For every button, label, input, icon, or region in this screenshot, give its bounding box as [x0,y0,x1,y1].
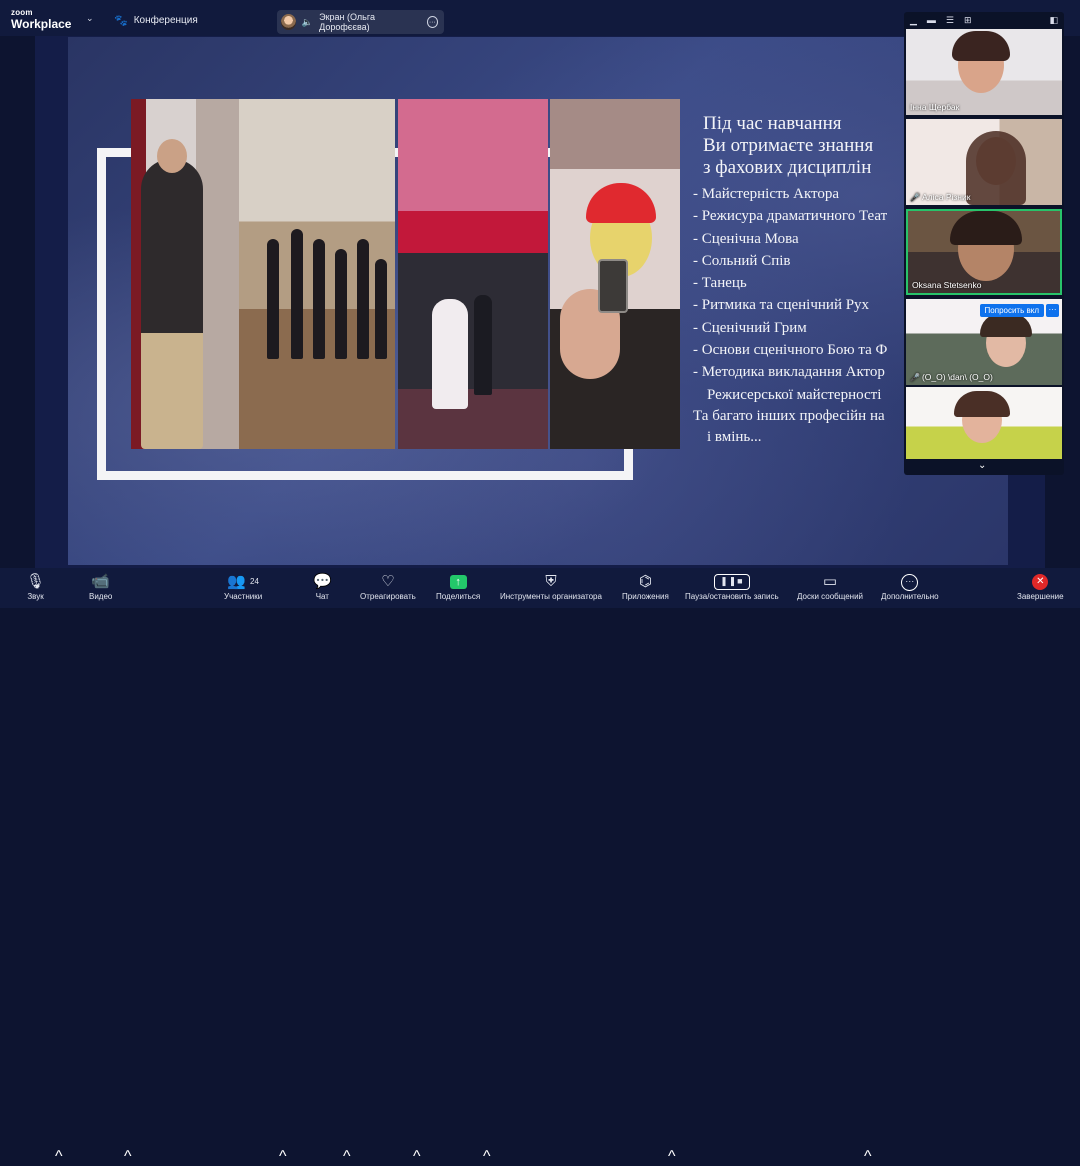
heart-icon: ♡ [381,573,395,590]
audio-button[interactable]: 🎙 Звук [26,572,45,601]
photo-stage-performance [398,99,548,449]
chevron-down-icon[interactable]: ⌄ [978,460,986,471]
share-indicator-label: Экран (Ольга Дорофєєва) [319,12,375,32]
meeting-title: Конференция [133,15,198,26]
photo-stage-makeup [550,99,680,449]
share-button[interactable]: ↑ Поделиться [436,572,480,601]
more-button[interactable]: ··· Дополнительно [881,572,939,601]
react-button[interactable]: ♡ Отреагировать [360,572,416,601]
video-options-chevron[interactable]: ^ [124,1148,132,1166]
tile-more-button[interactable]: ··· [1046,304,1059,317]
share-options-chevron[interactable]: ^ [483,1148,491,1166]
photo-rehearsal [131,99,239,449]
more-label: Дополнительно [881,592,939,601]
participants-label: Участники [224,592,263,601]
participant-tile-active-speaker[interactable]: Oksana Stetsenko [906,209,1062,295]
ask-to-unmute-button[interactable]: Попросить вкл [979,304,1044,317]
meeting-info[interactable]: 🐾 Конференция [114,14,198,27]
presentation-slide: Під час навчання Ви отримаєте знання з ф… [68,37,1008,565]
participant-name: Інна Щербак [910,102,960,112]
chevron-down-icon[interactable]: ⌄ [86,13,94,24]
whiteboards-label: Доски сообщений [797,592,864,601]
participant-name-text: Аліса Різник [921,192,971,202]
apps-icon: ⌬ [638,573,652,590]
speaker-icon: 🔈 [301,16,314,27]
video-label: Видео [89,592,113,601]
share-indicator[interactable]: 🔈 Экран (Ольга Дорофєєва) ··· [277,10,444,34]
microphone-icon: 🎙 [26,573,46,590]
speaker-view-icon[interactable]: ☰ [946,15,954,26]
participant-name: 🎤 Аліса Різник [910,192,970,202]
photo-dance-class [239,99,395,449]
participants-count: 24 [250,577,259,586]
chat-options-chevron[interactable]: ^ [343,1148,351,1166]
more-icon: ··· [901,573,919,591]
camera-icon: 📹 [91,573,111,590]
apps-options-chevron[interactable]: ^ [668,1148,676,1166]
apps-label: Приложения [622,592,669,601]
shield-icon: ⛨ [545,573,557,590]
participant-tile[interactable]: Інна Щербак [906,29,1062,115]
end-meeting-button[interactable]: ✕ Завершение [1017,572,1064,601]
pause-stop-share-button[interactable]: ❚❚■ Пауза/остановить запись [685,572,779,601]
chat-icon: 💬 [313,573,332,590]
mic-muted-icon: 🎤 [910,373,920,382]
whiteboards-options-chevron[interactable]: ^ [864,1148,872,1166]
zoom-logo: zoom Workplace [11,8,72,31]
more-options-icon[interactable]: ··· [426,16,438,28]
paw-icon: 🐾 [114,15,128,27]
apps-button[interactable]: ⌬ Приложения [622,572,669,601]
share-screen-icon: ↑ [449,575,467,589]
participants-button[interactable]: 👥 24 Участники [224,572,262,601]
share-label: Поделиться [436,592,481,601]
participant-name-text: (O_O) \dan\ (O_O) [921,372,993,382]
chat-button[interactable]: 💬 Чат [313,572,332,601]
participant-tile[interactable]: 🎤 Аліса Різник [906,119,1062,205]
participant-tile[interactable]: Попросить вкл ··· 🎤 (O_O) \dan\ (O_O) [906,299,1062,385]
avatar [281,14,296,30]
minimize-icon[interactable]: ▁ [910,15,917,26]
video-button[interactable]: 📹 Видео [89,572,112,601]
pop-out-icon[interactable]: ◧ [1049,15,1058,26]
mic-muted-icon: 🎤 [910,193,920,202]
gallery-view-icon[interactable]: ⊞ [964,15,972,26]
chat-label: Чат [315,592,329,601]
end-label: Завершение [1017,592,1064,601]
panel-controls: ▁ ▬ ☰ ⊞ ◧ [904,12,1064,28]
close-icon: ✕ [1032,574,1049,590]
whiteboards-button[interactable]: ▭ Доски сообщений [797,572,863,601]
participant-tile[interactable] [906,387,1062,459]
audio-options-chevron[interactable]: ^ [55,1148,63,1166]
logo-top-text: zoom [11,8,33,17]
pause-share-label: Пауза/остановить запись [685,592,779,601]
participants-icon: 👥 [227,573,246,590]
pause-stop-icon: ❚❚■ [713,574,750,590]
react-label: Отреагировать [360,592,416,601]
participant-name: 🎤 (O_O) \dan\ (O_O) [910,372,993,382]
meeting-toolbar: 🎙 Звук ^ 📹 Видео ^ 👥 24 Участники ^ 💬 Чат… [0,568,1080,1165]
participant-name: Oksana Stetsenko [912,280,982,290]
logo-bottom-text: Workplace [11,17,72,31]
video-panel: ▁ ▬ ☰ ⊞ ◧ Інна Щербак 🎤 Аліса Різник Oksa… [904,12,1064,475]
host-tools-label: Инструменты организатора [500,592,602,601]
whiteboard-icon: ▭ [822,573,838,590]
react-options-chevron[interactable]: ^ [413,1148,421,1166]
audio-label: Звук [27,592,44,601]
participants-options-chevron[interactable]: ^ [279,1148,287,1166]
host-tools-button[interactable]: ⛨ Инструменты организатора [500,572,602,601]
hide-video-icon[interactable]: ▬ [927,15,936,25]
